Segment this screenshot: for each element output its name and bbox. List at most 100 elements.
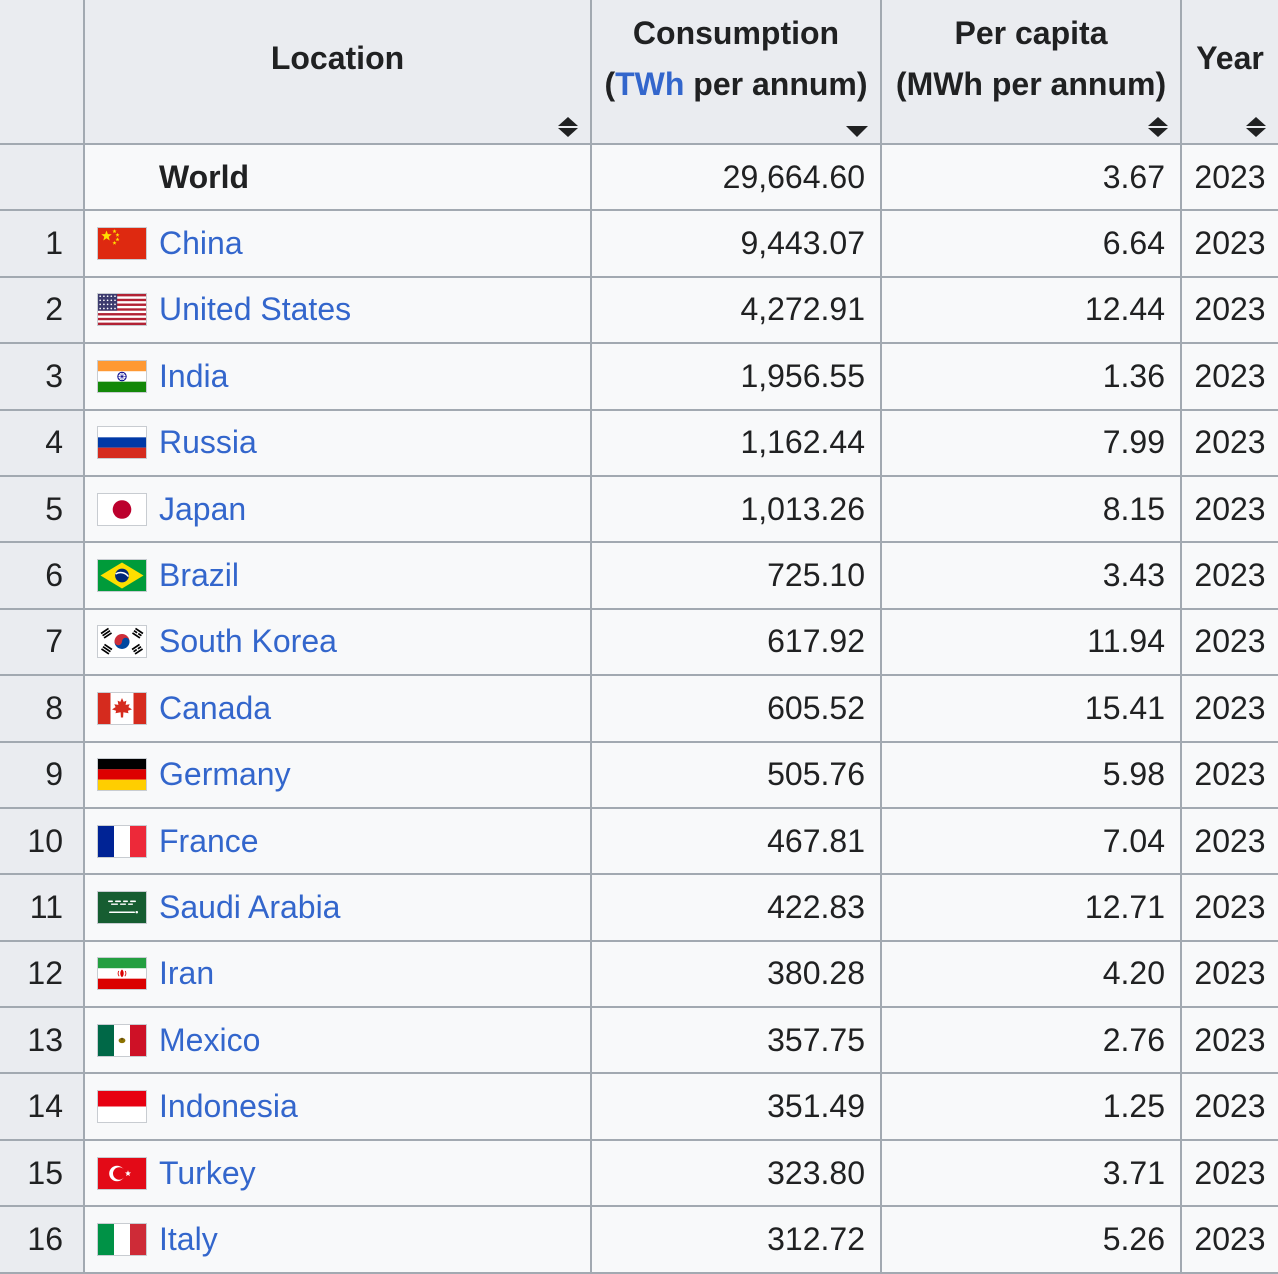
rank-cell: 12	[0, 939, 85, 1009]
rank-cell: 7	[0, 607, 85, 677]
table-row: 12 Iran 380.28 4.20 2023	[0, 939, 1278, 1009]
year-value: 2023	[1180, 806, 1278, 876]
rank-cell: 3	[0, 342, 85, 411]
per-capita-value: 7.99	[880, 408, 1182, 477]
year-value: 2023	[1180, 1006, 1278, 1075]
country-link[interactable]: Turkey	[159, 1155, 256, 1192]
italy-flag-icon	[98, 1223, 146, 1255]
country-link[interactable]: South Korea	[159, 623, 337, 660]
location-cell: Germany	[83, 740, 592, 809]
rank-cell: 10	[0, 806, 85, 876]
year-value: 2023	[1180, 1072, 1278, 1141]
iran-flag-icon	[98, 958, 146, 990]
country-link[interactable]: France	[159, 823, 259, 860]
location-cell: Canada	[83, 674, 592, 743]
consumption-value: 351.49	[590, 1072, 882, 1141]
location-cell: Brazil	[83, 541, 592, 610]
location-sort-icon[interactable]	[558, 117, 578, 137]
location-cell: France	[83, 806, 592, 876]
per-capita-sort-icon[interactable]	[1148, 117, 1168, 137]
location-cell: India	[83, 342, 592, 411]
consumption-header-line2: (TWh per annum)	[604, 65, 868, 102]
country-link[interactable]: India	[159, 358, 228, 395]
country-link[interactable]: Indonesia	[159, 1088, 298, 1125]
table-row: 6 Brazil 725.10 3.43 2023	[0, 541, 1278, 610]
table-row: 15 Turkey 323.80 3.71 2023	[0, 1138, 1278, 1208]
header-row: Location Consumption (TWh per annum) Per…	[0, 0, 1278, 145]
location-cell: South Korea	[83, 607, 592, 677]
rank-cell: 2	[0, 275, 85, 345]
per-capita-column-header[interactable]: Per capita (MWh per annum)	[880, 0, 1182, 145]
mexico-flag-icon	[98, 1024, 146, 1056]
per-capita-value: 2.76	[880, 1006, 1182, 1075]
france-flag-icon	[98, 825, 146, 857]
consumption-value: 357.75	[590, 1006, 882, 1075]
location-column-header[interactable]: Location	[83, 0, 592, 145]
location-cell: China	[83, 209, 592, 278]
consumption-sort-descending-icon[interactable]	[846, 126, 868, 137]
year-value: 2023	[1180, 873, 1278, 942]
country-link[interactable]: United States	[159, 291, 351, 328]
year-sort-icon[interactable]	[1246, 117, 1266, 137]
per-capita-value: 3.43	[880, 541, 1182, 610]
consumption-column-header[interactable]: Consumption (TWh per annum)	[590, 0, 882, 145]
per-capita-value: 11.94	[880, 607, 1182, 677]
per-capita-value: 1.36	[880, 342, 1182, 411]
table-row: 8 Canada 605.52 15.41 2023	[0, 674, 1278, 743]
rank-cell: 15	[0, 1138, 85, 1208]
location-cell: World	[83, 142, 592, 212]
rank-cell: 14	[0, 1072, 85, 1141]
country-link[interactable]: Canada	[159, 690, 271, 727]
saudi-arabia-flag-icon	[98, 891, 146, 923]
per-capita-header-line1: Per capita	[954, 14, 1108, 51]
per-capita-header-line2: (MWh per annum)	[895, 65, 1167, 102]
consumption-value: 617.92	[590, 607, 882, 677]
table-row: 2 United States 4,272.91 12.44 2023	[0, 275, 1278, 345]
consumption-value: 505.76	[590, 740, 882, 809]
country-link[interactable]: Iran	[159, 955, 214, 992]
location-cell: Italy	[83, 1205, 592, 1274]
per-capita-value: 1.25	[880, 1072, 1182, 1141]
country-link[interactable]: Germany	[159, 756, 291, 793]
twh-unit-link[interactable]: TWh	[615, 66, 684, 102]
consumption-header-line1: Consumption	[632, 14, 840, 51]
location-cell: Indonesia	[83, 1072, 592, 1141]
country-link[interactable]: Japan	[159, 491, 246, 528]
south-korea-flag-icon	[98, 626, 146, 658]
country-link[interactable]: Russia	[159, 424, 257, 461]
consumption-value: 29,664.60	[590, 142, 882, 212]
consumption-value: 605.52	[590, 674, 882, 743]
rank-cell: 16	[0, 1205, 85, 1274]
consumption-value: 4,272.91	[590, 275, 882, 345]
year-column-header[interactable]: Year	[1180, 0, 1278, 145]
per-capita-value: 5.26	[880, 1205, 1182, 1274]
electricity-consumption-table: Location Consumption (TWh per annum) Per…	[0, 0, 1278, 1274]
per-capita-value: 3.71	[880, 1138, 1182, 1208]
table-row: 16 Italy 312.72 5.26 2023	[0, 1205, 1278, 1274]
table-row: 13 Mexico 357.75 2.76 2023	[0, 1006, 1278, 1075]
country-link[interactable]: Mexico	[159, 1022, 260, 1059]
per-capita-value: 6.64	[880, 209, 1182, 278]
year-header-label: Year	[1196, 40, 1264, 76]
rank-cell: 8	[0, 674, 85, 743]
year-value: 2023	[1180, 740, 1278, 809]
japan-flag-icon	[98, 493, 146, 525]
year-value: 2023	[1180, 1138, 1278, 1208]
location-cell: United States	[83, 275, 592, 345]
russia-flag-icon	[98, 427, 146, 459]
table-row: 9 Germany 505.76 5.98 2023	[0, 740, 1278, 809]
country-link[interactable]: Saudi Arabia	[159, 889, 340, 926]
country-link[interactable]: China	[159, 225, 243, 262]
rank-cell	[0, 142, 85, 212]
country-link[interactable]: Brazil	[159, 557, 239, 594]
year-value: 2023	[1180, 142, 1278, 212]
per-capita-value: 8.15	[880, 474, 1182, 544]
year-value: 2023	[1180, 408, 1278, 477]
per-capita-value: 5.98	[880, 740, 1182, 809]
consumption-value: 9,443.07	[590, 209, 882, 278]
country-link[interactable]: Italy	[159, 1221, 218, 1258]
table-row: 1 China 9,443.07 6.64 2023	[0, 209, 1278, 278]
per-capita-value: 4.20	[880, 939, 1182, 1009]
rank-cell: 11	[0, 873, 85, 942]
indonesia-flag-icon	[98, 1091, 146, 1123]
